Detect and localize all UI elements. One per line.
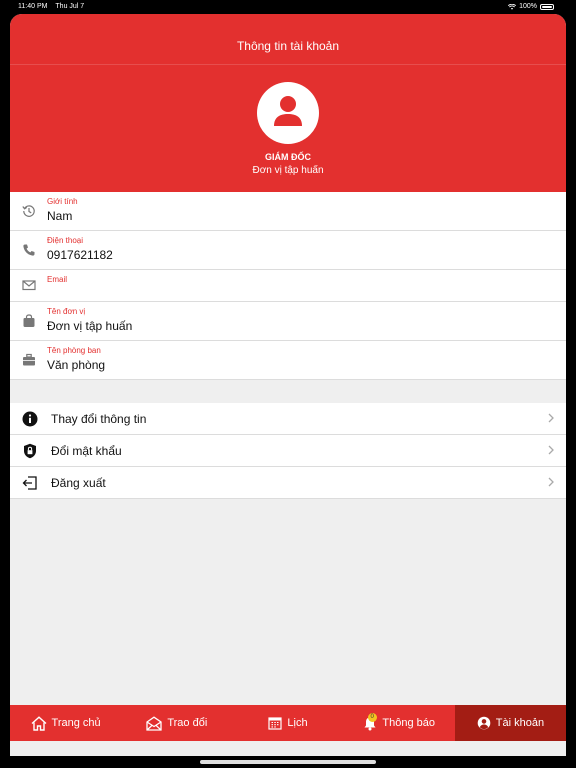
history-icon bbox=[22, 205, 35, 217]
info-label: Giới tính bbox=[47, 197, 78, 206]
app-screen: Thông tin tài khoản GIÁM ĐỐC Đơn vị tập … bbox=[10, 14, 566, 756]
info-label: Email bbox=[47, 275, 68, 284]
tab-home[interactable]: Trang chủ bbox=[10, 705, 121, 741]
logout-icon bbox=[22, 476, 37, 490]
chevron-right-icon bbox=[548, 445, 554, 455]
tab-label: Lịch bbox=[287, 717, 308, 729]
tab-label: Tài khoản bbox=[495, 717, 545, 729]
user-icon bbox=[274, 96, 302, 126]
avatar[interactable] bbox=[257, 82, 319, 144]
tab-exchange[interactable]: Trao đổi bbox=[121, 705, 232, 741]
info-row-unit: Tên đơn vị Đơn vị tập huấn bbox=[10, 302, 566, 341]
account-info-list: Giới tính Nam Điện thoại 0917621182 Emai… bbox=[10, 192, 566, 380]
mail-icon bbox=[22, 280, 36, 291]
user-unit: Đơn vị tập huấn bbox=[252, 165, 324, 176]
battery-percent: 100% bbox=[519, 3, 537, 10]
battery-icon bbox=[540, 4, 554, 10]
info-label: Tên đơn vị bbox=[47, 307, 86, 316]
calendar-icon bbox=[268, 717, 283, 730]
tab-label: Trang chủ bbox=[51, 717, 101, 729]
phone-icon bbox=[23, 244, 35, 256]
menu-item-edit-info[interactable]: Thay đổi thông tin bbox=[10, 403, 566, 435]
notification-badge: 0 bbox=[367, 713, 377, 722]
info-icon bbox=[22, 411, 38, 427]
status-date: Thu Jul 7 bbox=[55, 3, 85, 10]
wifi-icon bbox=[508, 4, 517, 10]
menu-label: Đăng xuất bbox=[51, 476, 106, 490]
home-indicator bbox=[200, 760, 376, 764]
tab-label: Thông báo bbox=[382, 717, 436, 729]
info-row-department: Tên phòng ban Văn phòng bbox=[10, 341, 566, 380]
info-row-phone: Điện thoại 0917621182 bbox=[10, 231, 566, 270]
info-row-gender: Giới tính Nam bbox=[10, 192, 566, 231]
status-time: 11:40 PM bbox=[18, 3, 48, 10]
info-value: Đơn vị tập huấn bbox=[47, 319, 133, 333]
menu-item-change-password[interactable]: Đổi mật khẩu bbox=[10, 435, 566, 467]
chevron-right-icon bbox=[548, 477, 554, 487]
info-value: 0917621182 bbox=[47, 248, 113, 262]
mail-open-icon bbox=[146, 715, 162, 731]
menu-item-logout[interactable]: Đăng xuất bbox=[10, 467, 566, 499]
tab-calendar[interactable]: Lịch bbox=[232, 705, 343, 741]
briefcase-icon bbox=[23, 353, 35, 366]
info-value: Văn phòng bbox=[47, 358, 106, 372]
bag-icon bbox=[23, 314, 35, 327]
tab-account[interactable]: Tài khoản bbox=[454, 705, 566, 741]
status-bar: 11:40 PM Thu Jul 7 100% bbox=[0, 0, 576, 14]
bottom-tab-bar: Trang chủ Trao đổi Lịch 0 Thông báo Tài … bbox=[10, 705, 566, 741]
shield-lock-icon bbox=[24, 443, 36, 459]
menu-label: Thay đổi thông tin bbox=[51, 412, 147, 426]
user-role: GIÁM ĐỐC bbox=[265, 152, 311, 162]
info-label: Tên phòng ban bbox=[47, 346, 101, 355]
user-circle-icon bbox=[477, 716, 491, 730]
menu-label: Đổi mật khẩu bbox=[51, 444, 122, 458]
home-icon bbox=[31, 715, 46, 731]
info-row-email: Email bbox=[10, 270, 566, 302]
chevron-right-icon bbox=[548, 413, 554, 423]
account-menu: Thay đổi thông tin Đổi mật khẩu Đăng xuấ… bbox=[10, 403, 566, 499]
info-value: Nam bbox=[47, 209, 73, 223]
tab-label: Trao đổi bbox=[167, 717, 208, 729]
header-divider bbox=[10, 64, 566, 65]
page-title: Thông tin tài khoản bbox=[236, 39, 340, 53]
info-label: Điện thoại bbox=[47, 236, 84, 245]
tab-notifications[interactable]: 0 Thông báo bbox=[344, 705, 455, 741]
profile-header: Thông tin tài khoản GIÁM ĐỐC Đơn vị tập … bbox=[10, 14, 566, 192]
